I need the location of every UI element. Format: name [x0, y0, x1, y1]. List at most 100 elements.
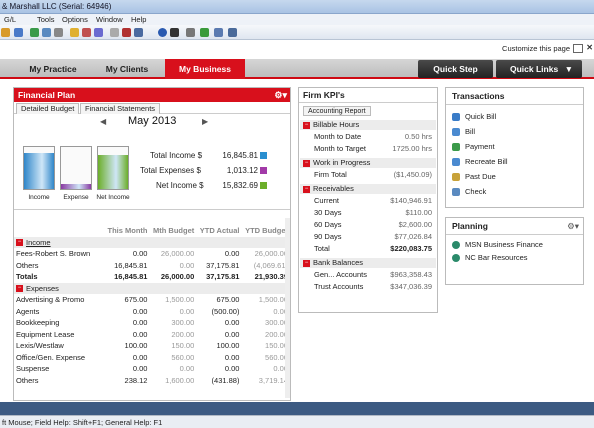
status-line: ft Mouse; Field Help: Shift+F1; General …: [0, 415, 594, 428]
window-titlebar: & Marshall LLC (Serial: 64946): [0, 0, 594, 14]
recreate-bill-icon: [452, 158, 460, 166]
notes-icon[interactable]: [70, 28, 79, 37]
kpi-row[interactable]: Firm Total ($1,450.09): [314, 170, 434, 181]
table-row[interactable]: Others 238.12 1,600.00 (431.88) 3,719.14: [14, 375, 290, 387]
expenses-section-row[interactable]: − Expenses: [14, 282, 290, 294]
kpi-row-value: $110.00: [405, 208, 432, 217]
table-row[interactable]: Advertising & Promo 675.00 1,500.00 675.00 1…: [14, 294, 290, 306]
kpi-row[interactable]: 90 Days $77,026.84: [314, 232, 434, 243]
tab-detailed-budget[interactable]: Detailed Budget: [16, 103, 80, 114]
menu-gl[interactable]: G/L: [4, 15, 16, 24]
cut-icon[interactable]: [122, 28, 131, 37]
row-label: Advertising & Promo: [16, 295, 85, 305]
kpi-row[interactable]: Gen... Accounts $963,358.43: [314, 270, 434, 281]
collapse-icon[interactable]: −: [303, 159, 310, 167]
total-expenses-label: Total Expenses $: [140, 166, 201, 175]
menu-tools[interactable]: Tools: [37, 15, 55, 24]
transaction-label: Check: [465, 187, 487, 196]
collapse-icon[interactable]: −: [303, 259, 310, 267]
prev-month-icon[interactable]: ◀: [100, 117, 106, 126]
table-row[interactable]: Bookkeeping 0.00 300.00 0.00 300.00: [14, 317, 290, 329]
table-row[interactable]: Others 16,845.81 0.00 37,175.81 (4,069.6…: [14, 260, 290, 272]
scrollbar[interactable]: [285, 218, 290, 398]
timer-icon[interactable]: [94, 28, 103, 37]
tab-accounting-report[interactable]: Accounting Report: [303, 106, 371, 116]
close-icon[interactable]: ✕: [586, 43, 593, 52]
income-section-row[interactable]: − Income: [14, 236, 290, 248]
cell: 37,175.81: [206, 260, 240, 270]
collapse-icon[interactable]: −: [303, 185, 310, 193]
totals-row[interactable]: Totals 16,845.81 26,000.00 37,175.81 21,…: [14, 271, 290, 283]
table-row[interactable]: Suspense 0.00 0.00 0.00 0.00: [14, 363, 290, 375]
tab-my-business[interactable]: My Business: [165, 59, 245, 79]
kpi-group-header[interactable]: − Bank Balances: [300, 258, 436, 268]
collapse-icon[interactable]: −: [303, 121, 310, 129]
green-icon[interactable]: [30, 28, 39, 37]
kpi-row[interactable]: Current $140,946.91: [314, 196, 434, 207]
kpi-row-label: Current: [314, 196, 340, 205]
menu-options[interactable]: Options: [62, 15, 88, 24]
income-section-label: Income: [26, 237, 51, 247]
gear-icon[interactable]: ⚙▾: [274, 88, 287, 102]
tile-icon[interactable]: [228, 28, 237, 37]
nav-bar: My Practice My Clients My Business Quick…: [0, 59, 594, 79]
pointer-help-icon[interactable]: [170, 28, 179, 37]
menu-window[interactable]: Window: [96, 15, 123, 24]
search-icon[interactable]: [186, 28, 195, 37]
tab-my-clients[interactable]: My Clients: [90, 59, 164, 79]
help-icon[interactable]: [158, 28, 167, 37]
kpi-row[interactable]: 60 Days $2,600.00: [314, 220, 434, 231]
customize-page-link[interactable]: Customize this page: [502, 44, 570, 53]
kpi-row-value: 1725.00 hrs: [392, 144, 432, 153]
table-row[interactable]: Office/Gen. Expense 0.00 560.00 0.00 560.00: [14, 352, 290, 364]
total-expenses-arrow-icon[interactable]: [260, 167, 267, 174]
cell: 675.00: [124, 295, 148, 305]
tab-my-practice[interactable]: My Practice: [14, 59, 92, 79]
menu-help[interactable]: Help: [131, 15, 146, 24]
kpi-row[interactable]: 30 Days $110.00: [314, 208, 434, 219]
collapse-icon[interactable]: −: [16, 285, 23, 293]
net-income-value: 15,832.69: [222, 181, 258, 190]
kpi-group-header[interactable]: − Billable Hours: [300, 120, 436, 130]
kpi-group-header[interactable]: − Receivables: [300, 184, 436, 194]
kpi-row-label: Trust Accounts: [314, 282, 364, 291]
kpi-row-label: Total: [314, 244, 330, 253]
table-row[interactable]: Fees-Robert S. Brown 0.00 26,000.00 0.00…: [14, 248, 290, 260]
customize-bar: Customize this page ✕: [0, 41, 594, 59]
table-row[interactable]: Lexis/Westlaw 100.00 150.00 100.00 150.00: [14, 340, 290, 352]
kpi-row[interactable]: Total $220,083.75: [314, 244, 434, 255]
calendar-icon[interactable]: [82, 28, 91, 37]
document-icon[interactable]: [54, 28, 63, 37]
transaction-label: Payment: [465, 142, 495, 151]
kpi-row[interactable]: Month to Date 0.50 hrs: [314, 132, 434, 143]
total-income-arrow-icon[interactable]: [260, 152, 267, 159]
cell: 150.00: [171, 341, 195, 351]
open-icon[interactable]: [1, 28, 10, 37]
quick-links-button[interactable]: Quick Links ▼: [496, 60, 582, 78]
collapse-icon[interactable]: −: [16, 239, 23, 247]
copy-icon[interactable]: [110, 28, 119, 37]
budget-table: This Month Mth Budget YTD Actual YTD Bud…: [14, 225, 290, 386]
window-icon[interactable]: [214, 28, 223, 37]
client-icon[interactable]: [14, 28, 23, 37]
kpi-row[interactable]: Month to Target 1725.00 hrs: [314, 144, 434, 155]
kpi-group-header[interactable]: − Work in Progress: [300, 158, 436, 168]
kpi-row[interactable]: Trust Accounts $347,036.39: [314, 282, 434, 293]
next-month-icon[interactable]: ▶: [202, 117, 208, 126]
table-row[interactable]: Equipment Lease 0.00 200.00 0.00 200.00: [14, 329, 290, 341]
quick-step-button[interactable]: Quick Step: [418, 60, 493, 78]
phone-icon[interactable]: [42, 28, 51, 37]
tab-financial-statements[interactable]: Financial Statements: [80, 103, 161, 114]
paste-icon[interactable]: [134, 28, 143, 37]
net-income-arrow-icon[interactable]: [260, 182, 267, 189]
cell: 0.00: [132, 352, 148, 362]
table-row[interactable]: Agents 0.00 0.00 (500.00) 0.00: [14, 306, 290, 318]
row-label: Others: [16, 260, 39, 270]
row-label: Bookkeeping: [16, 318, 60, 328]
bill-icon: [452, 128, 460, 136]
plus-icon[interactable]: [200, 28, 209, 37]
cell: 300.00: [171, 318, 195, 328]
cell: 0.00: [224, 318, 240, 328]
customize-checkbox[interactable]: [573, 44, 583, 53]
gear-icon[interactable]: ⚙▾: [567, 218, 579, 235]
